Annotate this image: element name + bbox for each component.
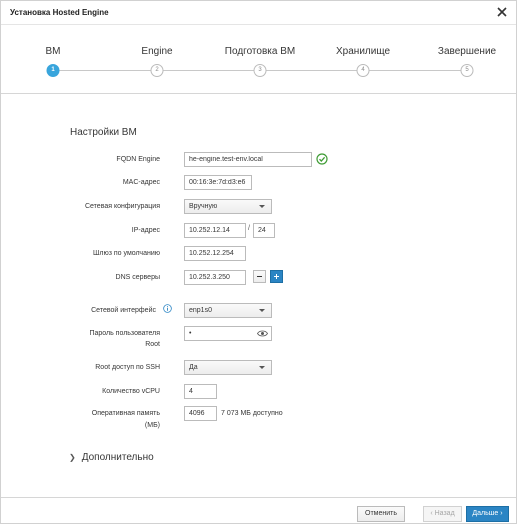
step-label-engine[interactable]: Engine xyxy=(141,46,172,57)
advanced-toggle[interactable]: ❯ Дополнительно xyxy=(69,452,154,463)
wizard-steps: ВМ 1 Engine 2 Подготовка ВМ 3 Хранилище … xyxy=(1,26,516,94)
netconfig-value: Вручную xyxy=(189,203,218,210)
vcpu-label: Количество vCPU xyxy=(102,388,160,395)
fqdn-input[interactable] xyxy=(184,152,312,167)
step-circle-storage[interactable]: 4 xyxy=(356,64,370,77)
memory-label-line1: Оперативная память xyxy=(91,410,160,417)
installer-dialog: Установка Hosted Engine ВМ 1 Engine 2 По… xyxy=(0,0,517,524)
dns-label: DNS серверы xyxy=(115,274,160,281)
ip-input[interactable] xyxy=(184,223,246,238)
section-title: Настройки ВМ xyxy=(70,127,137,138)
vcpu-input[interactable] xyxy=(184,384,217,399)
step-label-vm[interactable]: ВМ xyxy=(46,46,61,57)
dialog-header: Установка Hosted Engine xyxy=(1,1,516,25)
gateway-label: Шлюз по умолчанию xyxy=(92,250,160,257)
close-icon[interactable] xyxy=(496,6,508,18)
info-icon[interactable] xyxy=(163,304,172,313)
step-label-storage[interactable]: Хранилище xyxy=(336,46,390,57)
mac-input[interactable] xyxy=(184,175,252,190)
back-button[interactable]: ‹ Назад xyxy=(423,506,462,522)
chevron-down-icon xyxy=(259,205,265,208)
root-password-label-line1: Пароль пользователя xyxy=(89,330,160,337)
mac-label: MAC-адрес xyxy=(122,179,160,186)
memory-available-text: 7 073 МБ доступно xyxy=(221,410,283,417)
gateway-input[interactable] xyxy=(184,246,246,261)
ip-prefix-separator: / xyxy=(248,225,250,232)
root-password-label-line2: Root xyxy=(145,341,160,348)
step-circle-prepare-vm[interactable]: 3 xyxy=(253,64,267,77)
add-dns-button[interactable] xyxy=(270,270,283,283)
ssh-value: Да xyxy=(189,364,198,371)
chevron-right-icon: ❯ xyxy=(69,453,76,462)
step-label-prepare-vm[interactable]: Подготовка ВМ xyxy=(225,46,295,57)
ssh-select[interactable]: Да xyxy=(184,360,272,375)
footer-divider xyxy=(1,497,516,498)
chevron-down-icon xyxy=(259,309,265,312)
chevron-down-icon xyxy=(259,366,265,369)
memory-input[interactable] xyxy=(184,406,217,421)
check-circle-icon xyxy=(316,153,328,165)
ip-prefix-input[interactable] xyxy=(253,223,275,238)
ip-label: IP-адрес xyxy=(131,227,160,234)
step-circle-finish[interactable]: 5 xyxy=(460,64,474,77)
netconfig-label: Сетевая конфигурация xyxy=(84,203,160,210)
memory-label-line2: (МБ) xyxy=(144,422,160,429)
nic-select[interactable]: enp1s0 xyxy=(184,303,272,318)
dns-input[interactable] xyxy=(184,270,246,285)
netconfig-select[interactable]: Вручную xyxy=(184,199,272,214)
step-label-finish[interactable]: Завершение xyxy=(438,46,496,57)
nic-label: Сетевой интерфейс xyxy=(91,307,156,314)
step-circle-vm[interactable]: 1 xyxy=(46,64,60,77)
advanced-label: Дополнительно xyxy=(81,452,154,463)
nic-value: enp1s0 xyxy=(189,307,212,314)
ssh-label: Root доступ по SSH xyxy=(95,364,160,371)
dialog-title: Установка Hosted Engine xyxy=(10,8,109,17)
eye-icon[interactable] xyxy=(257,330,268,337)
step-circle-engine[interactable]: 2 xyxy=(150,64,164,77)
remove-dns-button[interactable] xyxy=(253,270,266,283)
fqdn-label: FQDN Engine xyxy=(116,156,160,163)
cancel-button[interactable]: Отменить xyxy=(357,506,405,522)
next-button[interactable]: Дальше › xyxy=(466,506,509,522)
